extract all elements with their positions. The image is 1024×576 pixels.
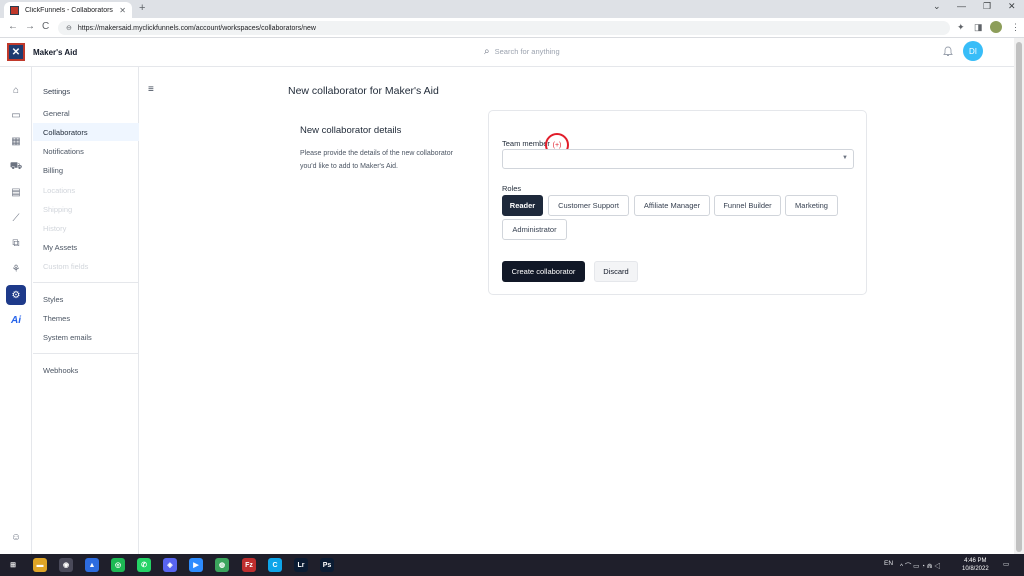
settings-item-styles[interactable]: Styles: [33, 290, 139, 308]
rail-analytics-icon[interactable]: ⟋: [6, 208, 26, 228]
browser-tab[interactable]: ClickFunnels - Collaborators ✕: [4, 2, 132, 18]
url-text: https://makersaid.myclickfunnels.com/acc…: [77, 24, 316, 32]
settings-item-locations: Locations: [43, 185, 76, 195]
back-button[interactable]: ←: [8, 21, 18, 32]
settings-item-history: History: [43, 223, 67, 233]
rail-settings-gear-icon[interactable]: ⚙: [6, 285, 26, 305]
search-placeholder: Search for anything: [494, 47, 560, 56]
tab-search-chevron-icon[interactable]: ⌄: [933, 1, 941, 12]
page-title: New collaborator for Maker's Aid: [288, 85, 439, 97]
system-tray-icons[interactable]: ^ ⌒ ▭ ◔ ⋒ ◁: [900, 560, 941, 570]
role-funnel-builder-button[interactable]: Funnel Builder: [714, 195, 781, 216]
role-marketing-button[interactable]: Marketing: [785, 195, 838, 216]
zoom-icon[interactable]: ▶: [189, 558, 203, 572]
search-icon: ⌕: [484, 46, 490, 57]
role-affiliate-manager-button[interactable]: Affiliate Manager: [634, 195, 710, 216]
section-description: Please provide the details of the new co…: [300, 150, 453, 170]
tab-title: ClickFunnels - Collaborators: [25, 6, 113, 14]
app-blue-c-icon[interactable]: C: [268, 558, 282, 572]
settings-heading: Settings: [43, 87, 71, 96]
side-panel-icon[interactable]: ◨: [974, 22, 983, 33]
settings-sidebar: Settings General Collaborators Notificat…: [33, 67, 139, 554]
browser-menu-icon[interactable]: ⋮: [1011, 22, 1020, 33]
restore-button[interactable]: ❐: [983, 1, 991, 12]
hamburger-menu-icon[interactable]: ≡: [148, 84, 154, 95]
team-member-select[interactable]: ▼: [502, 149, 854, 169]
role-reader-button[interactable]: Reader: [502, 195, 543, 216]
lightroom-icon[interactable]: Lr: [294, 558, 308, 572]
role-customer-support-button[interactable]: Customer Support: [548, 195, 629, 216]
rail-ai-icon[interactable]: Ai: [6, 310, 26, 330]
clock-time: 4:46 PM: [964, 558, 987, 564]
file-explorer-icon[interactable]: ▬: [33, 558, 47, 572]
role-administrator-button[interactable]: Administrator: [502, 219, 567, 240]
windows-taskbar: ⊞ ▬ ◉ ▲ ◎ ✆ ◈ ▶ ◍ Fz C Lr Ps EN ^ ⌒ ▭ ◔ …: [0, 554, 1024, 576]
favicon-icon: [10, 5, 19, 15]
clickfunnels-logo-icon[interactable]: ✕: [7, 43, 25, 61]
scrollbar-thumb[interactable]: [1016, 42, 1022, 552]
rail-marketing-icon[interactable]: ⚘: [6, 259, 26, 279]
extensions-icon[interactable]: ✦: [957, 22, 965, 33]
workspace-name[interactable]: Maker's Aid: [33, 48, 77, 57]
browser-tab-bar: ClickFunnels - Collaborators ✕ + ⌄ — ❐ ✕: [0, 0, 1024, 18]
page-scrollbar[interactable]: [1014, 38, 1024, 554]
rail-pages-icon[interactable]: ▭: [6, 105, 26, 125]
discard-button[interactable]: Discard: [594, 261, 638, 282]
browser-profile-avatar[interactable]: [990, 21, 1002, 33]
settings-item-custom-fields: Custom fields: [43, 261, 89, 271]
user-avatar[interactable]: DI: [963, 41, 983, 61]
rail-home-icon[interactable]: ⌂: [6, 80, 26, 100]
notifications-bell-icon[interactable]: [943, 46, 953, 60]
site-info-icon[interactable]: ⊖: [66, 24, 72, 32]
rail-store-icon[interactable]: ▦: [6, 131, 26, 151]
settings-item-my-assets[interactable]: My Assets: [33, 238, 139, 256]
notification-center-icon[interactable]: ▭: [1003, 560, 1009, 568]
drive-icon[interactable]: ▲: [85, 558, 99, 572]
team-member-label: Team member: [502, 139, 550, 148]
create-collaborator-button[interactable]: Create collaborator: [502, 261, 585, 282]
photoshop-icon[interactable]: Ps: [320, 558, 334, 572]
settings-divider: [33, 282, 139, 283]
clock-date: 10/8/2022: [962, 566, 989, 572]
reload-button[interactable]: C: [42, 21, 49, 32]
settings-item-system-emails[interactable]: System emails: [33, 328, 139, 346]
settings-divider: [33, 353, 139, 354]
forward-button[interactable]: →: [25, 21, 35, 32]
whatsapp-icon[interactable]: ✆: [137, 558, 151, 572]
roles-label: Roles: [502, 184, 522, 193]
address-bar[interactable]: ⊖ https://makersaid.myclickfunnels.com/a…: [58, 21, 950, 35]
filezilla-icon[interactable]: Fz: [242, 558, 256, 572]
collaborator-form-card: Team member (+) ▼ Roles Reader Customer …: [488, 110, 867, 295]
settings-item-themes[interactable]: Themes: [33, 309, 139, 327]
settings-item-collaborators[interactable]: Collaborators: [33, 123, 139, 141]
discord-icon[interactable]: ◈: [163, 558, 177, 572]
tab-close-icon[interactable]: ✕: [119, 6, 126, 15]
rail-help-icon[interactable]: ☺: [6, 527, 26, 547]
spotify-icon[interactable]: ◎: [111, 558, 125, 572]
taskbar-clock[interactable]: 4:46 PM 10/8/2022: [962, 557, 989, 573]
settings-item-notifications[interactable]: Notifications: [33, 142, 139, 160]
rail-automation-icon[interactable]: ⧉: [6, 233, 26, 253]
chrome-icon[interactable]: ◉: [59, 558, 73, 572]
settings-item-shipping: Shipping: [43, 204, 73, 214]
settings-item-webhooks[interactable]: Webhooks: [33, 361, 139, 379]
app-green-icon[interactable]: ◍: [215, 558, 229, 572]
language-indicator[interactable]: EN: [884, 560, 893, 567]
section-title: New collaborator details: [300, 125, 402, 136]
window-close-button[interactable]: ✕: [1008, 1, 1016, 12]
rail-orders-icon[interactable]: ⛟: [6, 157, 26, 177]
rail-contacts-icon[interactable]: ▤: [6, 182, 26, 202]
start-button-icon[interactable]: ⊞: [6, 558, 20, 572]
app-icon-rail: ⌂ ▭ ▦ ⛟ ▤ ⟋ ⧉ ⚘ ⚙ Ai ☺: [0, 67, 32, 554]
settings-item-general[interactable]: General: [33, 104, 139, 122]
chevron-down-icon: ▼: [842, 155, 848, 161]
app-header: ✕ Maker's Aid ⌕ Search for anything DI: [0, 38, 1014, 67]
new-tab-button[interactable]: +: [139, 2, 145, 14]
minimize-button[interactable]: —: [957, 1, 966, 11]
main-content: ≡ New collaborator for Maker's Aid New c…: [140, 67, 1014, 554]
browser-toolbar: ← → C ⊖ https://makersaid.myclickfunnels…: [0, 18, 1024, 38]
global-search[interactable]: ⌕ Search for anything: [484, 46, 560, 57]
settings-item-billing[interactable]: Billing: [33, 161, 139, 179]
